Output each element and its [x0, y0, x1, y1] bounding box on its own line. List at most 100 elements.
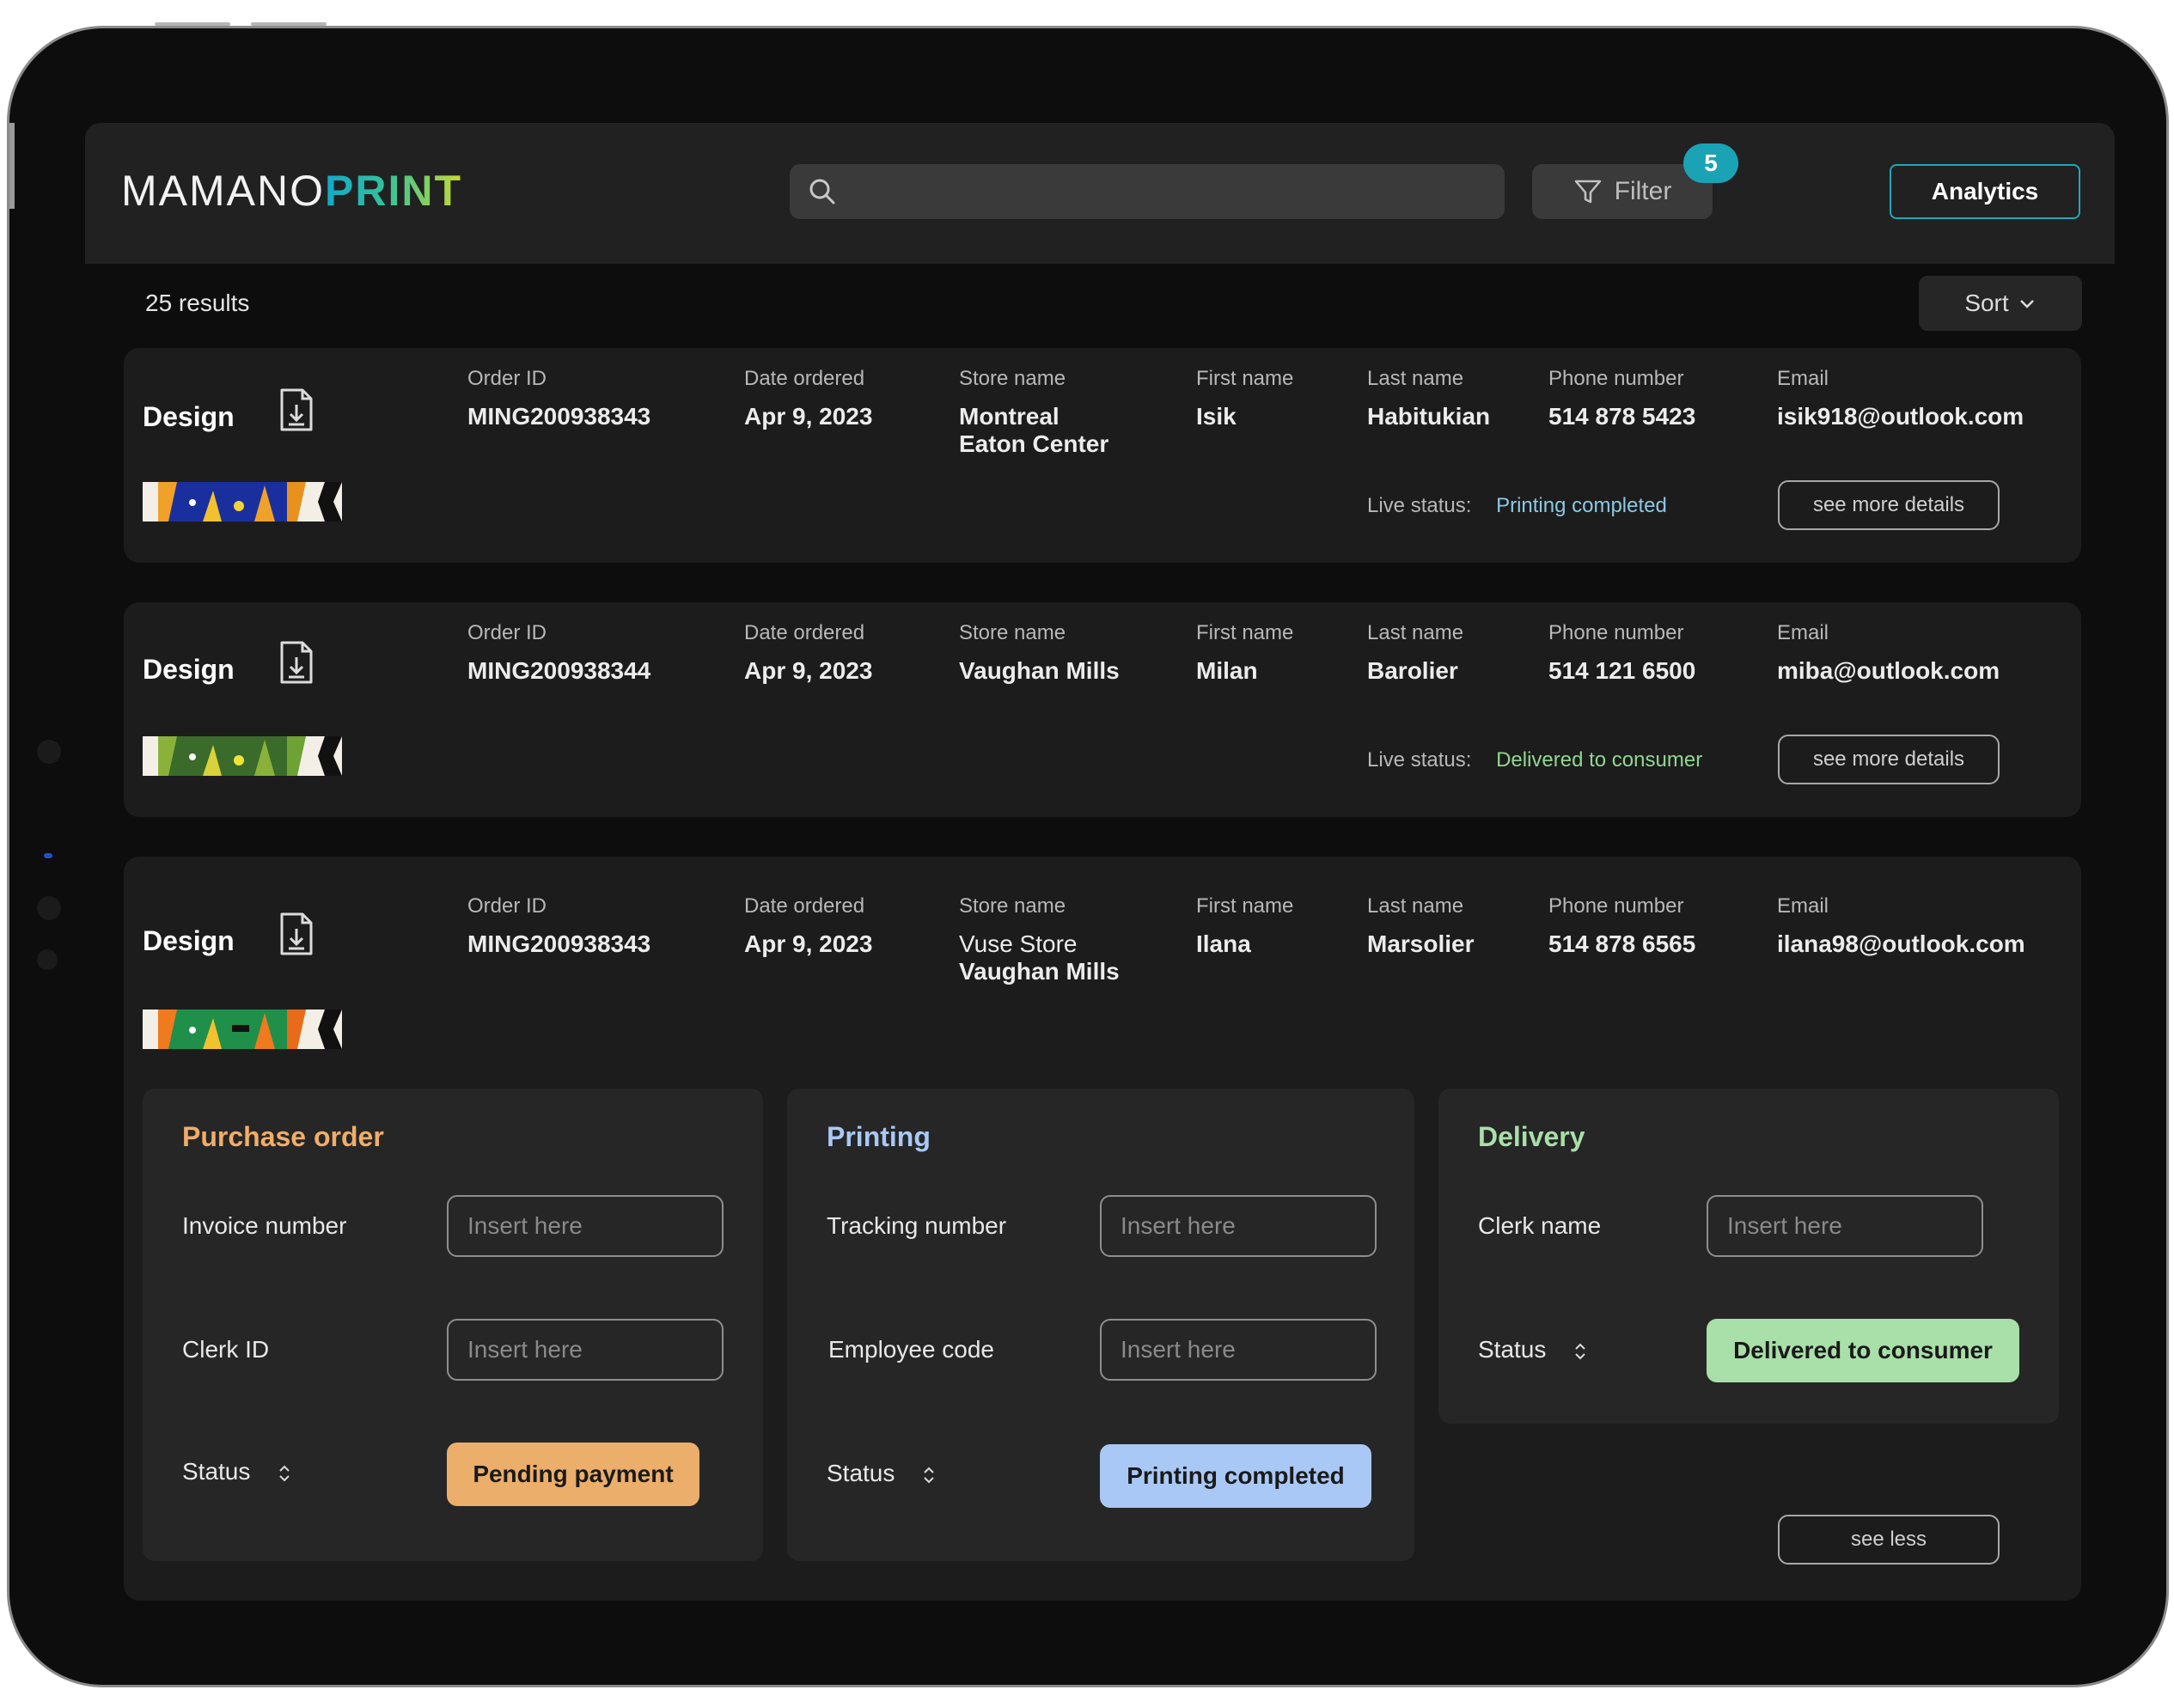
- first-name-field: First name Isik: [1196, 367, 1293, 430]
- filter-icon: [1574, 180, 1601, 204]
- order-card: Design Order ID MING20: [124, 602, 2081, 817]
- last-name-field: Last name Habitukian: [1367, 367, 1490, 430]
- order-id-field: Order ID MING200938344: [467, 621, 650, 685]
- tablet-frame: MAMANOPRINT Filter 5 Analytics 25 result…: [7, 26, 2169, 1687]
- search-input[interactable]: [850, 164, 1489, 221]
- live-status-value: Delivered to consumer: [1496, 748, 1703, 772]
- tracking-number-field[interactable]: [1100, 1195, 1377, 1257]
- phone-value: 514 878 6565: [1548, 930, 1696, 957]
- status-delivered-to-consumer[interactable]: Delivered to consumer: [1707, 1319, 2019, 1382]
- sort-button[interactable]: Sort: [1919, 276, 2082, 331]
- purchase-order-title: Purchase order: [182, 1121, 384, 1152]
- employee-code-field[interactable]: [1100, 1319, 1377, 1381]
- clerk-id-input[interactable]: [449, 1321, 722, 1379]
- live-status: Live status: Printing completed: [1367, 494, 1667, 518]
- date-label: Date ordered: [744, 621, 865, 644]
- status-pending-payment[interactable]: Pending payment: [447, 1443, 699, 1506]
- store-label: Store name: [959, 367, 1066, 390]
- chevron-down-icon: [2019, 300, 2034, 308]
- last-name-value: Barolier: [1367, 657, 1458, 684]
- order-card-expanded: Design Order ID MING200938343 Date order…: [124, 857, 2081, 1601]
- clerk-name-input[interactable]: [1708, 1197, 1982, 1255]
- status-sort-control[interactable]: Status: [182, 1458, 291, 1485]
- order-id-label: Order ID: [467, 367, 547, 390]
- status-sort-control[interactable]: Status: [1478, 1336, 1587, 1363]
- purchase-order-panel: Purchase order Invoice number Clerk ID S…: [143, 1089, 763, 1561]
- phone-value: 514 878 5423: [1548, 403, 1696, 430]
- date-value: Apr 9, 2023: [744, 403, 873, 430]
- camera-dot: [37, 740, 61, 764]
- clerk-name-field[interactable]: [1707, 1195, 1983, 1257]
- app-screen: MAMANOPRINT Filter 5 Analytics 25 result…: [85, 123, 2115, 1635]
- results-count: 25 results: [145, 290, 250, 316]
- design-label: Design: [143, 654, 235, 685]
- filter-label: Filter: [1614, 177, 1672, 205]
- sort-toggle-icon[interactable]: [922, 1464, 936, 1486]
- status-label: Status: [1478, 1336, 1547, 1363]
- first-name-value: Isik: [1196, 403, 1237, 430]
- clerk-id-field[interactable]: [447, 1319, 724, 1381]
- status-sort-control[interactable]: Status: [827, 1460, 936, 1487]
- invoice-number-input[interactable]: [449, 1197, 722, 1255]
- order-card: Design Order ID MING20: [124, 348, 2081, 563]
- live-status-label: Live status:: [1367, 748, 1472, 772]
- phone-field: Phone number 514 878 6565: [1548, 894, 1695, 958]
- sort-toggle-icon[interactable]: [1573, 1340, 1587, 1363]
- phone-field: Phone number 514 121 6500: [1548, 621, 1695, 685]
- first-name-field: First name Milan: [1196, 621, 1293, 685]
- see-more-details-button[interactable]: see more details: [1778, 480, 2000, 530]
- phone-value: 514 121 6500: [1548, 657, 1696, 684]
- employee-code-input[interactable]: [1102, 1321, 1375, 1379]
- order-id-label: Order ID: [467, 894, 547, 918]
- search-bar[interactable]: [790, 164, 1505, 221]
- order-id-label: Order ID: [467, 621, 547, 644]
- order-id-field: Order ID MING200938343: [467, 894, 650, 958]
- analytics-button[interactable]: Analytics: [1890, 164, 2080, 219]
- search-icon: [809, 179, 835, 204]
- order-id-value: MING200938343: [467, 930, 651, 957]
- file-download-icon[interactable]: [277, 387, 316, 432]
- first-name-label: First name: [1196, 894, 1294, 918]
- first-name-value: Milan: [1196, 657, 1258, 684]
- email-field: Email isik918@outlook.com: [1777, 367, 2024, 430]
- store-field: Store name Montreal Eaton Center: [959, 367, 1108, 458]
- sensor-dot: [37, 949, 58, 970]
- side-button: [9, 123, 15, 209]
- last-name-field: Last name Marsolier: [1367, 894, 1475, 958]
- invoice-number-field[interactable]: [447, 1195, 724, 1257]
- tracking-number-input[interactable]: [1102, 1197, 1375, 1255]
- live-status-value: Printing completed: [1496, 494, 1667, 517]
- email-label: Email: [1777, 621, 1829, 644]
- logo: MAMANOPRINT: [121, 166, 462, 216]
- file-download-icon[interactable]: [277, 912, 316, 956]
- store-value-line2: Vaughan Mills: [959, 958, 1120, 985]
- last-name-field: Last name Barolier: [1367, 621, 1463, 685]
- printing-title: Printing: [827, 1121, 931, 1152]
- email-field: Email ilana98@outlook.com: [1777, 894, 2025, 958]
- store-value: Vaughan Mills: [959, 657, 1120, 684]
- status-label: Status: [827, 1460, 895, 1486]
- email-value: ilana98@outlook.com: [1777, 930, 2025, 957]
- store-label: Store name: [959, 621, 1066, 644]
- tracking-number-label: Tracking number: [827, 1212, 1007, 1239]
- first-name-field: First name Ilana: [1196, 894, 1293, 958]
- order-id-value: MING200938344: [467, 657, 651, 684]
- sort-label: Sort: [1964, 290, 2009, 316]
- design-thumbnail: [143, 1010, 342, 1049]
- logo-text-main: MAMANO: [121, 167, 325, 215]
- design-label: Design: [143, 401, 235, 432]
- email-value: miba@outlook.com: [1777, 657, 2000, 684]
- see-more-details-button[interactable]: see more details: [1778, 735, 2000, 784]
- first-name-value: Ilana: [1196, 930, 1251, 957]
- filter-count-badge: 5: [1683, 143, 1738, 183]
- see-less-button[interactable]: see less: [1778, 1515, 2000, 1565]
- date-field: Date ordered Apr 9, 2023: [744, 621, 872, 685]
- sort-toggle-icon[interactable]: [278, 1462, 291, 1485]
- file-download-icon[interactable]: [277, 640, 316, 685]
- last-name-label: Last name: [1367, 621, 1464, 644]
- printing-panel: Printing Tracking number Employee code S…: [787, 1089, 1414, 1561]
- store-label: Store name: [959, 894, 1066, 918]
- email-label: Email: [1777, 367, 1829, 390]
- date-field: Date ordered Apr 9, 2023: [744, 367, 872, 430]
- status-printing-completed[interactable]: Printing completed: [1100, 1444, 1371, 1508]
